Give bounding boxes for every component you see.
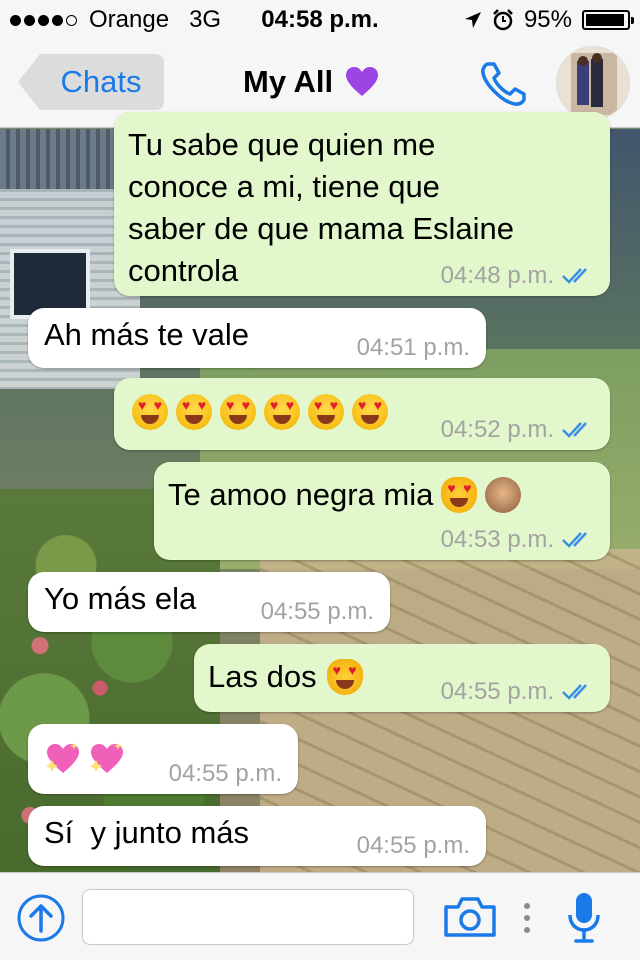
status-bar: Orange 3G 04:58 p.m. 95% <box>0 0 640 40</box>
message-text: Las dos <box>208 659 317 694</box>
message-time: 04:52 p.m. <box>440 416 554 443</box>
read-receipt-icon <box>562 268 587 284</box>
message-time: 04:51 p.m. <box>356 334 470 361</box>
message-time: 04:53 p.m. <box>440 526 554 553</box>
message-bubble[interactable]: 04:52 p.m. <box>114 378 610 450</box>
message-text: Sí y junto más <box>44 815 250 850</box>
message-bubble[interactable]: Las dos 04:55 p.m. <box>194 644 610 712</box>
back-button-label: Chats <box>60 64 142 99</box>
camera-icon[interactable] <box>442 895 498 939</box>
message-time: 04:55 p.m. <box>440 678 554 705</box>
message-meta: 04:55 p.m. <box>261 600 374 624</box>
heart-eyes-cat-icon <box>326 659 363 695</box>
attach-upload-icon[interactable] <box>16 893 66 943</box>
emoji-row <box>132 394 388 430</box>
signal-strength-icon <box>10 14 77 26</box>
message-meta: 04:53 p.m. <box>441 528 594 552</box>
read-receipt-icon <box>562 684 587 700</box>
message-meta: 04:48 p.m. <box>441 264 594 288</box>
message-time: 04:55 p.m. <box>260 598 374 625</box>
message-bubble[interactable]: 04:55 p.m. <box>28 724 298 794</box>
heart-eyes-face-icon <box>176 394 212 430</box>
message-time: 04:48 p.m. <box>440 262 554 289</box>
message-content: Te amoo negra mia <box>168 474 522 516</box>
alarm-icon <box>493 9 513 31</box>
chat-title[interactable]: My All <box>243 64 379 100</box>
heart-eyes-face-icon <box>132 394 168 430</box>
microphone-icon[interactable] <box>566 891 602 945</box>
composer-bar <box>0 872 640 960</box>
message-meta: 04:55 p.m. <box>357 834 470 858</box>
message-content: Las dos <box>208 656 363 698</box>
sparkling-heart-icon <box>90 742 123 773</box>
battery-fill <box>586 14 624 26</box>
location-arrow-icon <box>464 12 481 28</box>
contact-name: My All <box>243 64 334 99</box>
heart-eyes-cat-icon <box>441 477 478 513</box>
more-options-icon[interactable] <box>520 901 534 935</box>
back-to-chats-button[interactable]: Chats <box>18 54 164 110</box>
read-receipt-icon <box>562 422 587 438</box>
network-type: 3G <box>189 6 222 33</box>
phone-call-icon[interactable] <box>478 58 530 110</box>
carrier-name: Orange <box>89 6 170 33</box>
message-text: Ah más te vale <box>44 317 250 352</box>
heart-eyes-face-icon <box>308 394 344 430</box>
status-left: Orange 3G <box>10 6 221 34</box>
message-input[interactable] <box>82 889 414 945</box>
message-text: Te amoo negra mia <box>168 477 434 512</box>
battery-icon <box>582 10 634 30</box>
status-right: 95% <box>464 6 634 34</box>
message-bubble[interactable]: Sí y junto más 04:55 p.m. <box>28 806 486 866</box>
message-bubble[interactable]: Yo más ela 04:55 p.m. <box>28 572 390 632</box>
message-bubble[interactable]: Tu sabe que quien me conoce a mi, tiene … <box>114 112 610 296</box>
message-time: 04:55 p.m. <box>168 760 282 787</box>
battery-percent: 95% <box>523 6 572 33</box>
message-meta: 04:55 p.m. <box>441 680 594 704</box>
heart-eyes-face-icon <box>220 394 256 430</box>
avatar-photo <box>557 47 629 119</box>
heart-eyes-face-icon <box>352 394 388 430</box>
emoji-row <box>44 740 126 776</box>
contact-avatar[interactable] <box>556 46 630 120</box>
purple-heart-icon <box>346 67 379 96</box>
message-bubble[interactable]: Te amoo negra mia 04:53 p.m. <box>154 462 610 560</box>
message-text: Yo más ela <box>44 581 197 616</box>
message-time: 04:55 p.m. <box>356 832 470 859</box>
message-meta: 04:55 p.m. <box>169 762 282 786</box>
sparkling-heart-icon <box>46 742 79 773</box>
message-bubble[interactable]: Ah más te vale 04:51 p.m. <box>28 308 486 368</box>
heart-eyes-face-icon <box>264 394 300 430</box>
see-no-evil-monkey-icon <box>485 477 522 513</box>
read-receipt-icon <box>562 532 587 548</box>
message-meta: 04:52 p.m. <box>441 418 594 442</box>
message-meta: 04:51 p.m. <box>357 336 470 360</box>
